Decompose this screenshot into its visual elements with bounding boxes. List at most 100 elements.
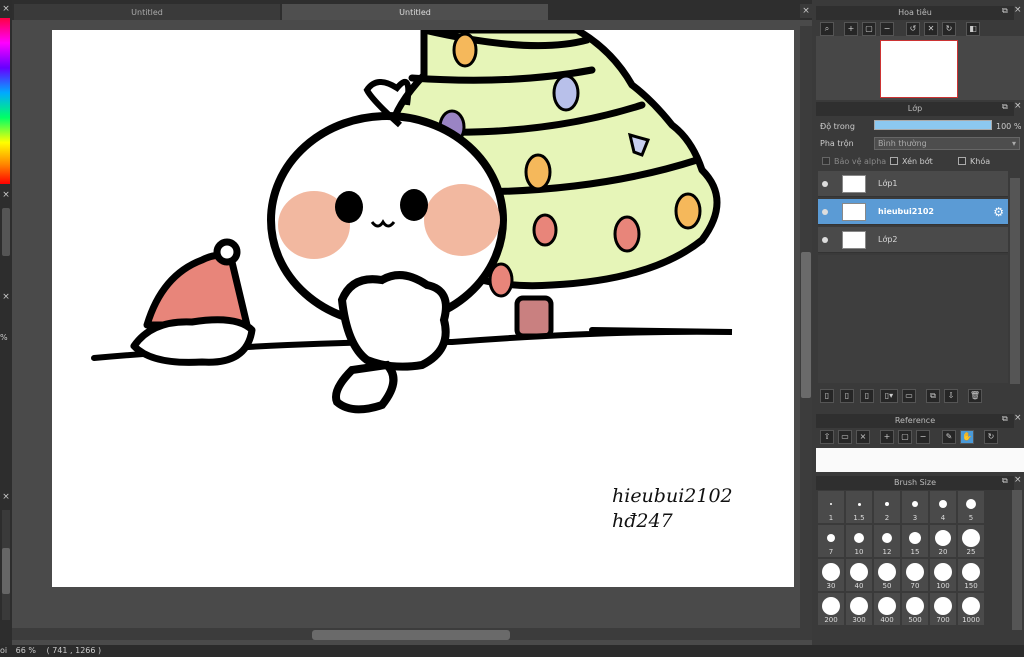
folder-icon[interactable]: ▭ (902, 389, 916, 403)
close-icon[interactable]: × (1, 4, 11, 14)
mirror-icon[interactable]: ◧ (966, 22, 980, 36)
zoom-in-icon[interactable]: + (880, 430, 894, 444)
tab-untitled-2[interactable]: Untitled (282, 4, 548, 20)
new-layer-icon[interactable]: ▯ (840, 389, 854, 403)
brush-dot-icon (850, 597, 868, 615)
brush-size-cell[interactable]: 50 (874, 559, 900, 591)
tab-untitled-1[interactable]: Untitled (14, 4, 280, 20)
navigator-thumbnail[interactable] (880, 40, 958, 98)
vertical-scroll-thumb[interactable] (801, 252, 811, 398)
new-layer-icon[interactable]: ▯ (820, 389, 834, 403)
opacity-slider[interactable] (874, 120, 992, 130)
blend-mode-select[interactable]: Bình thường ▾ (874, 137, 1020, 150)
horizontal-scroll-thumb[interactable] (312, 630, 510, 640)
brush-size-cell[interactable]: 5 (958, 491, 984, 523)
float-icon[interactable]: ⧉ (1002, 414, 1008, 424)
artwork: hieubui2102 hđ247 (91, 26, 733, 532)
brush-size-cell[interactable]: 200 (818, 593, 844, 625)
brush-size-cell[interactable]: 30 (818, 559, 844, 591)
brush-size-cell[interactable]: 7 (818, 525, 844, 557)
brush-dot-icon (850, 563, 868, 581)
status-bar: oi 66 % ( 741 , 1266 ) (0, 645, 1024, 657)
layer-name: Lớp2 (878, 235, 898, 244)
new-layer-icon[interactable]: ▯ (860, 389, 874, 403)
close-icon[interactable]: × (856, 430, 870, 444)
layer-thumbnail (842, 231, 866, 249)
rotate-left-icon[interactable]: ↺ (906, 22, 920, 36)
brush-dot-icon (962, 563, 980, 581)
close-icon[interactable]: × (1, 492, 11, 502)
brush-size-cell[interactable]: 2 (874, 491, 900, 523)
brush-size-cell[interactable]: 25 (958, 525, 984, 557)
brush-dot-icon (878, 563, 896, 581)
merge-icon[interactable]: ⇩ (944, 389, 958, 403)
panel-slider[interactable] (2, 208, 10, 256)
brush-dot-icon (934, 597, 952, 615)
close-icon[interactable]: × (1, 190, 11, 200)
hand-icon[interactable]: ✋ (960, 430, 974, 444)
brush-dot-icon (822, 563, 840, 581)
clipping-checkbox[interactable] (890, 157, 898, 165)
close-tab-icon[interactable]: × (800, 4, 812, 18)
fit-icon[interactable]: ▢ (898, 430, 912, 444)
float-icon[interactable]: ⧉ (1002, 102, 1008, 112)
brush-size-cell[interactable]: 1.5 (846, 491, 872, 523)
fit-icon[interactable]: ▢ (862, 22, 876, 36)
lock-checkbox[interactable] (958, 157, 966, 165)
gear-icon[interactable]: ⚙ (993, 205, 1004, 219)
layer-row[interactable]: Lớp2 (818, 227, 1008, 253)
brush-size-cell[interactable]: 15 (902, 525, 928, 557)
brush-size-cell[interactable]: 70 (902, 559, 928, 591)
flip-icon[interactable]: ✕ (924, 22, 938, 36)
brush-size-cell[interactable]: 20 (930, 525, 956, 557)
brush-size-cell[interactable]: 3 (902, 491, 928, 523)
zoom-out-icon[interactable]: − (880, 22, 894, 36)
float-icon[interactable]: ⧉ (1002, 6, 1008, 16)
upload-icon[interactable]: ⇧ (820, 430, 834, 444)
reference-view[interactable] (816, 448, 1024, 472)
brush-size-cell[interactable]: 100 (930, 559, 956, 591)
brush-size-cell[interactable]: 300 (846, 593, 872, 625)
layer-row[interactable]: Lớp1 (818, 171, 1008, 197)
brush-size-cell[interactable]: 10 (846, 525, 872, 557)
brush-dot-icon (912, 501, 918, 507)
trash-icon[interactable]: 🗑 (968, 389, 982, 403)
drawing-canvas[interactable]: hieubui2102 hđ247 (52, 26, 794, 587)
layer-name: Lớp1 (878, 179, 898, 188)
duplicate-icon[interactable]: ⧉ (926, 389, 940, 403)
brush-size-cell[interactable]: 12 (874, 525, 900, 557)
layer-row-selected[interactable]: hieubui2102 ⚙ (818, 199, 1008, 225)
brush-size-cell[interactable]: 150 (958, 559, 984, 591)
brush-size-cell[interactable]: 700 (930, 593, 956, 625)
close-icon[interactable]: × (1014, 101, 1022, 111)
visibility-icon[interactable] (822, 181, 828, 187)
close-icon[interactable]: × (1014, 413, 1022, 423)
visibility-icon[interactable] (822, 237, 828, 243)
brush-size-cell[interactable]: 40 (846, 559, 872, 591)
panel-scroll-thumb[interactable] (2, 548, 10, 594)
brush-size-cell[interactable]: 400 (874, 593, 900, 625)
visibility-icon[interactable] (822, 209, 828, 215)
rotate-icon[interactable]: ↻ (984, 430, 998, 444)
protect-alpha-checkbox[interactable] (822, 157, 830, 165)
zoom-icon[interactable]: ⌕ (820, 22, 834, 36)
brush-size-cell[interactable]: 4 (930, 491, 956, 523)
layers-scrollbar[interactable] (1010, 178, 1020, 384)
hue-slider[interactable] (0, 18, 10, 184)
zoom-out-icon[interactable]: − (916, 430, 930, 444)
cursor-coords: ( 741 , 1266 ) (46, 646, 102, 655)
float-icon[interactable]: ⧉ (1002, 476, 1008, 486)
brush-size-cell[interactable]: 1 (818, 491, 844, 523)
close-icon[interactable]: × (1, 292, 11, 302)
brush-size-cell[interactable]: 1000 (958, 593, 984, 625)
open-folder-icon[interactable]: ▭ (838, 430, 852, 444)
brush-size-cell[interactable]: 500 (902, 593, 928, 625)
add-layer-menu-icon[interactable]: ▯▾ (880, 389, 898, 403)
close-icon[interactable]: × (1014, 475, 1022, 485)
brush-size-scrollbar[interactable] (1012, 490, 1022, 630)
rotate-right-icon[interactable]: ↻ (942, 22, 956, 36)
brush-size-value: 200 (824, 616, 838, 624)
zoom-in-icon[interactable]: + (844, 22, 858, 36)
eyedropper-icon[interactable]: ✎ (942, 430, 956, 444)
close-icon[interactable]: × (1014, 5, 1022, 15)
